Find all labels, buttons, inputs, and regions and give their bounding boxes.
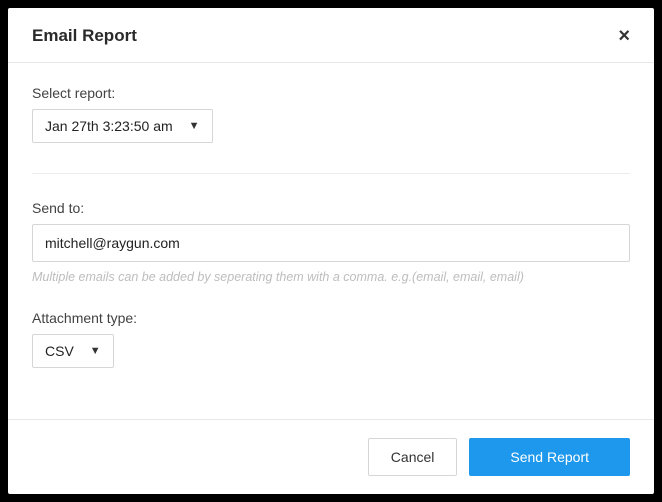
send-to-label: Send to: bbox=[32, 200, 630, 216]
attachment-type-label: Attachment type: bbox=[32, 310, 630, 326]
email-report-modal: Email Report × Select report: Jan 27th 3… bbox=[8, 8, 654, 494]
modal-header: Email Report × bbox=[8, 8, 654, 63]
select-report-label: Select report: bbox=[32, 85, 630, 101]
select-report-value: Jan 27th 3:23:50 am bbox=[45, 118, 173, 134]
select-report-dropdown[interactable]: Jan 27th 3:23:50 am ▼ bbox=[32, 109, 213, 143]
send-report-button[interactable]: Send Report bbox=[469, 438, 630, 476]
send-to-hint: Multiple emails can be added by seperati… bbox=[32, 270, 630, 284]
divider bbox=[32, 173, 630, 174]
chevron-down-icon: ▼ bbox=[189, 120, 200, 132]
close-icon[interactable]: × bbox=[618, 26, 630, 46]
cancel-button[interactable]: Cancel bbox=[368, 438, 458, 476]
attachment-section: Attachment type: CSV ▼ bbox=[32, 310, 630, 368]
modal-footer: Cancel Send Report bbox=[8, 419, 654, 494]
modal-title: Email Report bbox=[32, 26, 137, 46]
attachment-type-value: CSV bbox=[45, 343, 74, 359]
chevron-down-icon: ▼ bbox=[90, 345, 101, 357]
modal-body: Select report: Jan 27th 3:23:50 am ▼ Sen… bbox=[8, 63, 654, 419]
attachment-type-dropdown[interactable]: CSV ▼ bbox=[32, 334, 114, 368]
send-to-input[interactable] bbox=[32, 224, 630, 262]
